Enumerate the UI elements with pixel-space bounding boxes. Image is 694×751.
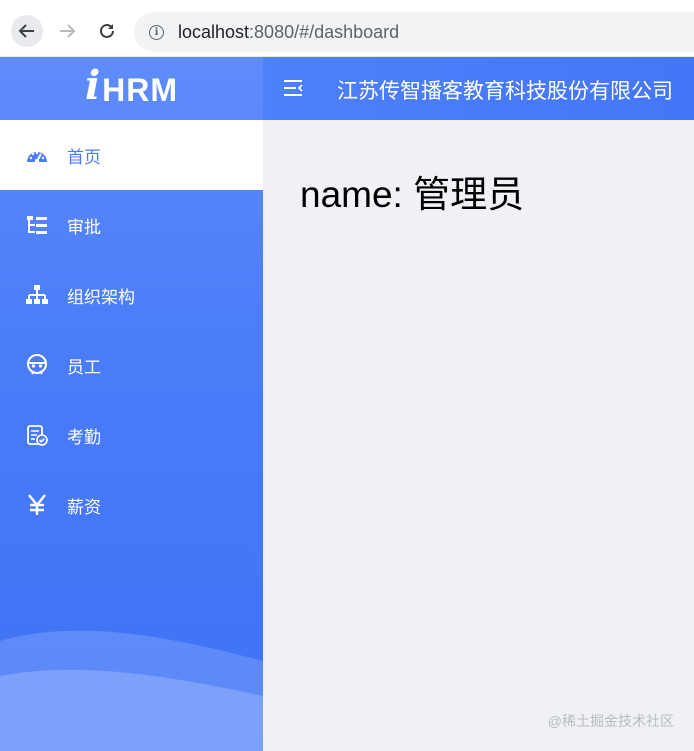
sidebar-item-home[interactable]: 首页 xyxy=(0,120,263,190)
back-button[interactable] xyxy=(11,15,43,47)
address-bar[interactable]: i localhost:8080/#/dashboard xyxy=(134,12,694,52)
sidebar-item-label: 首页 xyxy=(67,147,101,167)
org-chart-icon xyxy=(24,282,50,308)
sidebar-item-employees[interactable]: 员工 xyxy=(0,330,263,400)
main-content: name: 管理员 @稀土掘金技术社区 xyxy=(263,120,694,751)
browser-toolbar: i localhost:8080/#/dashboard xyxy=(0,0,694,57)
reload-icon xyxy=(100,23,114,38)
sidebar-item-approval[interactable]: 审批 xyxy=(0,190,263,260)
arrow-right-icon xyxy=(60,24,76,38)
sidebar-item-label: 薪资 xyxy=(67,497,101,517)
sidebar-wave-decoration xyxy=(0,630,263,751)
sidebar-item-label: 组织架构 xyxy=(67,287,135,307)
top-navbar: 江苏传智播客教育科技股份有限公司 xyxy=(263,57,694,120)
employee-icon xyxy=(24,352,50,378)
collapse-menu-icon[interactable] xyxy=(283,79,303,97)
logo-text: HRM xyxy=(102,72,179,108)
watermark: @稀土掘金技术社区 xyxy=(547,713,674,729)
logo-i: i xyxy=(84,62,101,109)
app-logo[interactable]: i HRM xyxy=(0,57,263,120)
site-info-icon[interactable]: i xyxy=(149,25,164,40)
url-host: localhost xyxy=(178,22,250,42)
sidebar-item-label: 审批 xyxy=(67,217,101,237)
sidebar-item-label: 考勤 xyxy=(67,427,101,447)
sidebar-item-organization[interactable]: 组织架构 xyxy=(0,260,263,330)
sidebar: i HRM 首页 审批 组织架构 员工 考勤 薪资 xyxy=(0,57,263,751)
sidebar-item-salary[interactable]: 薪资 xyxy=(0,470,263,540)
forward-button[interactable] xyxy=(51,15,83,47)
yen-icon xyxy=(24,492,50,518)
company-name: 江苏传智播客教育科技股份有限公司 xyxy=(337,80,673,103)
sidebar-item-attendance[interactable]: 考勤 xyxy=(0,400,263,470)
arrow-left-icon xyxy=(18,24,34,38)
url-path: :8080/#/dashboard xyxy=(249,22,400,42)
dashboard-gauge-icon xyxy=(24,142,50,168)
approval-tree-icon xyxy=(24,212,50,238)
reload-button[interactable] xyxy=(91,15,123,47)
attendance-clipboard-icon xyxy=(24,422,50,448)
sidebar-item-label: 员工 xyxy=(67,357,101,377)
url-text[interactable]: localhost:8080/#/dashboard xyxy=(178,22,399,43)
user-name-text: name: 管理员 xyxy=(300,174,525,215)
